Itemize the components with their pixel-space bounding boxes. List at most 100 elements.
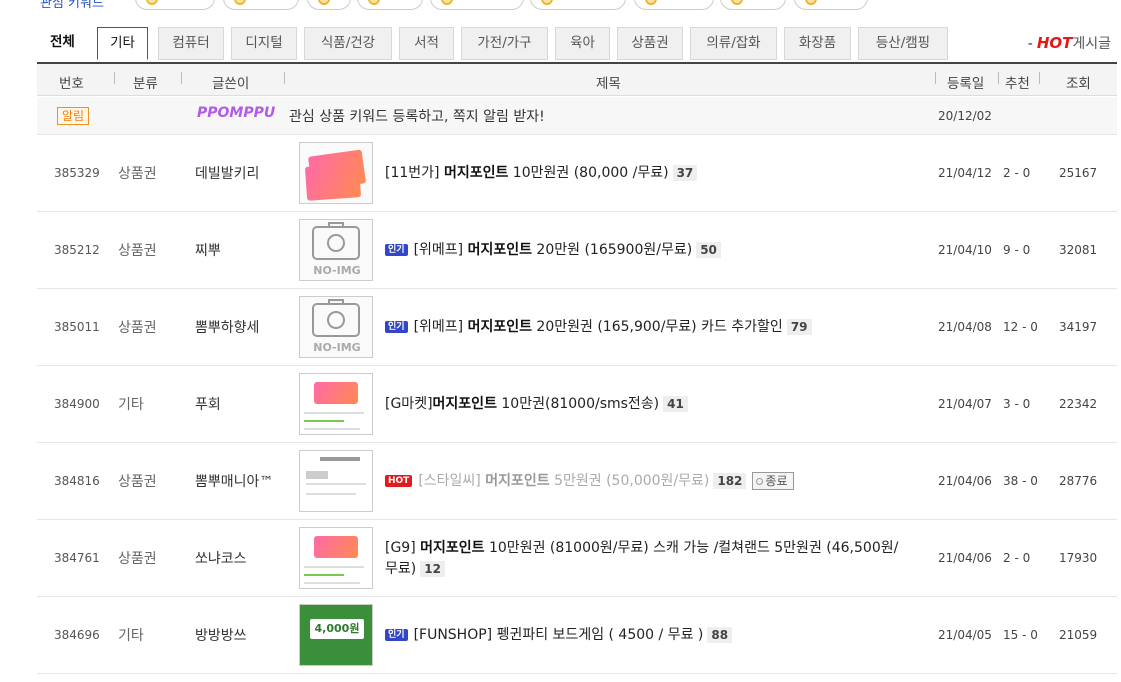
table-row[interactable]: 385212 상품권 찌뿌 NO-IMG 인기 [위메프] 머지포인트 20만원 (165… — [37, 212, 1117, 289]
tab-computer[interactable]: 컴퓨터 — [158, 27, 224, 60]
post-title-link[interactable]: [11번가] 머지포인트 10만원권 (80,000 /무료) — [385, 165, 669, 181]
post-title-link[interactable]: [FUNSHOP] 펭귄파티 보드게임 ( 4500 / 무료 ) — [414, 627, 704, 643]
table-row[interactable]: 385329 상품권 데빌발키리 [11번가] 머지포인트 10만원권 (80,000… — [37, 135, 1117, 212]
post-thumbnail[interactable]: 4,000원 — [299, 604, 373, 666]
keyword-chip[interactable] — [135, 0, 215, 10]
divider — [181, 72, 182, 84]
post-number: 384900 — [54, 397, 100, 411]
post-number: 384816 — [54, 474, 100, 488]
tab-all[interactable]: 전체 — [40, 27, 97, 60]
keyword-chip[interactable] — [794, 0, 868, 10]
post-writer[interactable]: 방방방쓰 — [195, 625, 247, 645]
tab-childcare[interactable]: 육아 — [555, 27, 610, 60]
post-thumbnail[interactable]: NO-IMG — [299, 219, 373, 281]
post-title: [11번가] 머지포인트 10만원권 (80,000 /무료) 37 — [385, 163, 698, 184]
notice-text[interactable]: 관심 상품 키워드 등록하고, 쪽지 알림 받자! — [289, 106, 545, 126]
tab-books[interactable]: 서적 — [399, 27, 454, 60]
post-thumbnail[interactable]: NO-IMG — [299, 296, 373, 358]
coupon-amount: 4,000원 — [310, 619, 364, 639]
title-prefix: [G마켓] — [385, 396, 433, 412]
post-title-link[interactable]: [G마켓]머지포인트 10만권(81000/sms전송) — [385, 396, 659, 412]
post-category: 상품권 — [118, 166, 157, 182]
post-recommend: 2 - 0 — [1003, 166, 1031, 180]
post-title-link[interactable]: [위메프] 머지포인트 20만원권 (165,900/무료) 카드 추가할인 — [414, 319, 783, 335]
comment-count[interactable]: 79 — [786, 319, 812, 335]
col-views: 조회 — [1066, 76, 1091, 92]
notice-date: 20/12/02 — [938, 109, 992, 123]
keyword-chip[interactable] — [720, 0, 786, 10]
post-thumbnail[interactable] — [299, 450, 373, 512]
post-writer[interactable]: 푸회 — [195, 394, 221, 414]
hot-posts-link[interactable]: - HOT게시글 — [1028, 27, 1111, 60]
tab-appliance[interactable]: 가전/가구 — [461, 27, 548, 60]
post-number: 384696 — [54, 628, 100, 642]
post-thumbnail[interactable] — [299, 527, 373, 589]
post-date: 21/04/06 — [938, 551, 992, 565]
divider — [114, 72, 115, 84]
keyword-chip[interactable] — [530, 0, 626, 10]
search-icon — [318, 0, 330, 5]
notice-badge: 알림 — [57, 107, 90, 125]
col-date: 등록일 — [947, 76, 985, 92]
table-row[interactable]: 384696 기타 방방방쓰 4,000원 인기 [FUNSHOP] 펭귄파티 보드게임 … — [37, 597, 1117, 674]
title-suffix: 5만원권 (50,000원/무료) — [549, 473, 710, 489]
doc-line — [320, 457, 360, 461]
title-keyword: 머지포인트 — [467, 319, 532, 335]
post-title-link[interactable]: [위메프] 머지포인트 20만원 (165900원/무료) — [414, 242, 693, 258]
keyword-chip[interactable] — [430, 0, 524, 10]
post-number: 385212 — [54, 243, 100, 257]
post-writer[interactable]: 쏘냐코스 — [195, 548, 247, 568]
comment-count[interactable]: 182 — [713, 473, 747, 489]
comment-count[interactable]: 88 — [707, 627, 733, 643]
post-recommend: 9 - 0 — [1003, 243, 1031, 257]
doc-line — [306, 483, 366, 485]
notice-row[interactable]: 알림 PPOMPPU 관심 상품 키워드 등록하고, 쪽지 알림 받자! 20/… — [37, 97, 1117, 135]
tab-giftcard[interactable]: 상품권 — [617, 27, 683, 60]
post-number: 385011 — [54, 320, 100, 334]
search-icon — [234, 0, 246, 5]
ended-tag: 종료 — [752, 472, 794, 490]
doc-line — [304, 428, 360, 430]
tab-cosmetics[interactable]: 화장품 — [784, 27, 851, 60]
keyword-chip[interactable] — [634, 0, 714, 10]
post-thumbnail[interactable] — [299, 373, 373, 435]
camera-icon — [312, 222, 360, 260]
doc-line — [304, 566, 364, 568]
title-prefix: [G9] — [385, 540, 421, 556]
post-thumbnail[interactable] — [299, 142, 373, 204]
table-row[interactable]: 384816 상품권 뽐뿌매니아™ HOT [스타일씨] 머지포인트 5만원권 (50,… — [37, 443, 1117, 520]
tab-food-health[interactable]: 식품/건강 — [304, 27, 392, 60]
tab-clothing[interactable]: 의류/잡화 — [690, 27, 777, 60]
title-keyword: 머지포인트 — [420, 540, 485, 556]
keyword-chip[interactable] — [223, 0, 299, 10]
post-views: 28776 — [1059, 474, 1098, 488]
tab-etc[interactable]: 기타 — [97, 27, 148, 60]
comment-count[interactable]: 41 — [663, 396, 688, 412]
post-number: 385329 — [54, 166, 100, 180]
hot-badge: HOT — [385, 475, 413, 487]
post-writer[interactable]: 찌뿌 — [195, 240, 221, 260]
col-recommend: 추천 — [1005, 76, 1030, 92]
keyword-chip[interactable] — [307, 0, 351, 10]
post-title: HOT [스타일씨] 머지포인트 5만원권 (50,000원/무료) 182 종료 — [385, 471, 794, 492]
tab-digital[interactable]: 디지털 — [231, 27, 297, 60]
post-title: [G마켓]머지포인트 10만권(81000/sms전송) 41 — [385, 394, 688, 415]
table-row[interactable]: 384761 상품권 쏘냐코스 [G9] 머지포인트 10만원권 (81000원/무료… — [37, 520, 1117, 597]
divider — [998, 72, 999, 84]
comment-count[interactable]: 50 — [696, 242, 721, 258]
post-writer[interactable]: 데빌발키리 — [195, 163, 259, 183]
post-writer[interactable]: 뽐뿌하향세 — [195, 317, 259, 337]
post-title-link[interactable]: [G9] 머지포인트 10만원권 (81000원/무료) 스캐 가능 /컬쳐랜드… — [385, 540, 898, 556]
comment-count[interactable]: 12 — [420, 561, 445, 577]
post-title-link[interactable]: [스타일씨] 머지포인트 5만원권 (50,000원/무료) — [418, 473, 709, 489]
post-category: 상품권 — [118, 474, 157, 490]
title-line2[interactable]: 무료) — [385, 561, 416, 577]
keyword-chip[interactable] — [357, 0, 423, 10]
comment-count[interactable]: 37 — [672, 165, 698, 181]
popular-badge: 인기 — [385, 629, 408, 641]
table-row[interactable]: 384900 기타 푸회 [G마켓]머지포인트 10만권(81000/sms전송) 41… — [37, 366, 1117, 443]
post-writer[interactable]: 뽐뿌매니아™ — [195, 471, 273, 491]
table-row[interactable]: 385011 상품권 뽐뿌하향세 NO-IMG 인기 [위메프] 머지포인트 20만원권 … — [37, 289, 1117, 366]
tab-camping[interactable]: 등산/캠핑 — [858, 27, 948, 60]
post-views: 17930 — [1059, 551, 1098, 565]
